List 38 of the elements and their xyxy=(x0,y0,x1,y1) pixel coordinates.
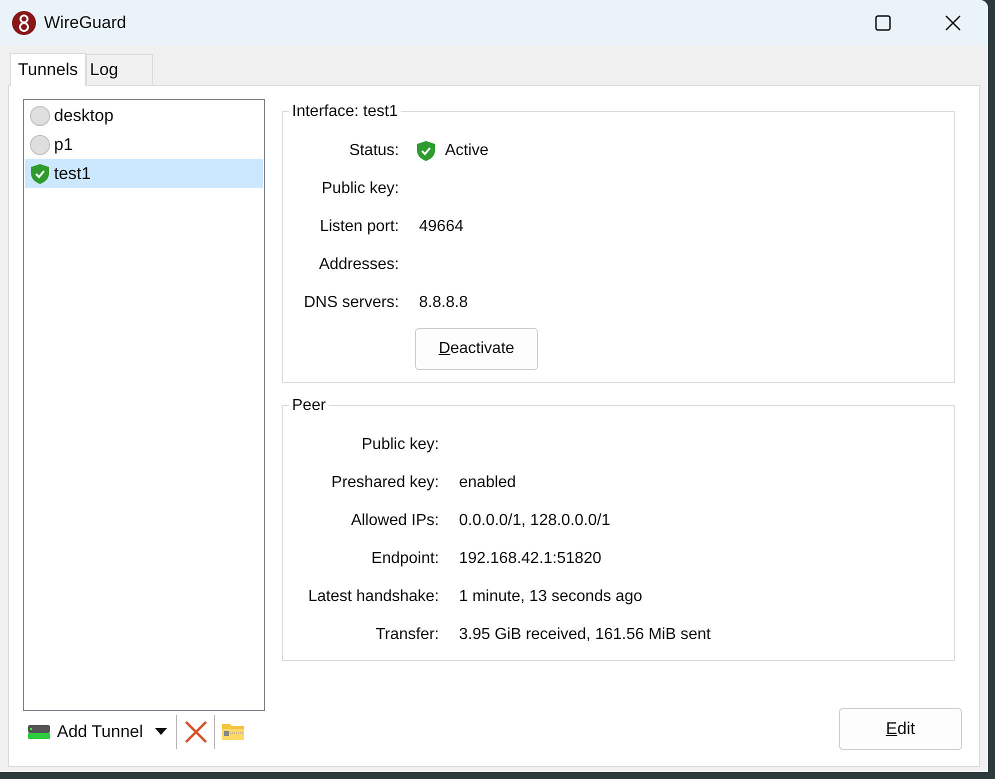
inactive-status-icon xyxy=(30,106,50,126)
caret-icon xyxy=(155,728,168,736)
app-logo-icon xyxy=(12,10,36,34)
field-label: Public key: xyxy=(360,435,439,455)
maximize-icon xyxy=(875,14,891,30)
deactivate-button[interactable]: Deactivate xyxy=(415,328,538,370)
field-label: Public key: xyxy=(320,179,399,199)
field-label: Transfer: xyxy=(374,625,439,645)
close-icon xyxy=(945,14,961,30)
edit-button[interactable]: Edit xyxy=(839,708,962,750)
field-label: Listen port: xyxy=(318,217,399,237)
field-value: 0.0.0.0/1, 128.0.0.0/1 xyxy=(459,511,610,531)
tunnel-item[interactable]: test1 xyxy=(25,159,263,188)
shield-check-icon xyxy=(30,162,50,184)
zip-folder-icon xyxy=(221,722,246,742)
field-label: Status: xyxy=(348,141,399,161)
drive-icon xyxy=(27,722,51,742)
tab[interactable]: Tunnels xyxy=(10,53,86,86)
field-label: Latest handshake: xyxy=(307,587,439,607)
tunnel-item[interactable]: p1 xyxy=(25,130,263,159)
field-value: 8.8.8.8 xyxy=(419,293,468,313)
inactive-status-icon xyxy=(30,134,50,154)
field-value: 49664 xyxy=(419,217,464,237)
field-label: Endpoint: xyxy=(370,549,439,569)
field-value: 3.95 GiB received, 161.56 MiB sent xyxy=(459,625,711,645)
tunnel-item[interactable]: desktop xyxy=(25,101,263,130)
field-label: Addresses: xyxy=(318,255,399,275)
field-value: 192.168.42.1:51820 xyxy=(459,549,602,569)
status-value: Active xyxy=(445,141,489,161)
cross-icon xyxy=(184,720,208,744)
field-label: DNS servers: xyxy=(302,293,399,313)
field-label: Preshared key: xyxy=(330,473,439,493)
window-title: WireGuard xyxy=(44,12,126,34)
tab[interactable]: Log xyxy=(86,54,153,85)
add-tunnel-button[interactable]: Add Tunnel xyxy=(27,714,152,750)
field-label: Allowed IPs: xyxy=(350,511,439,531)
field-value: 1 minute, 13 seconds ago xyxy=(459,587,642,607)
field-value: enabled xyxy=(459,473,516,493)
